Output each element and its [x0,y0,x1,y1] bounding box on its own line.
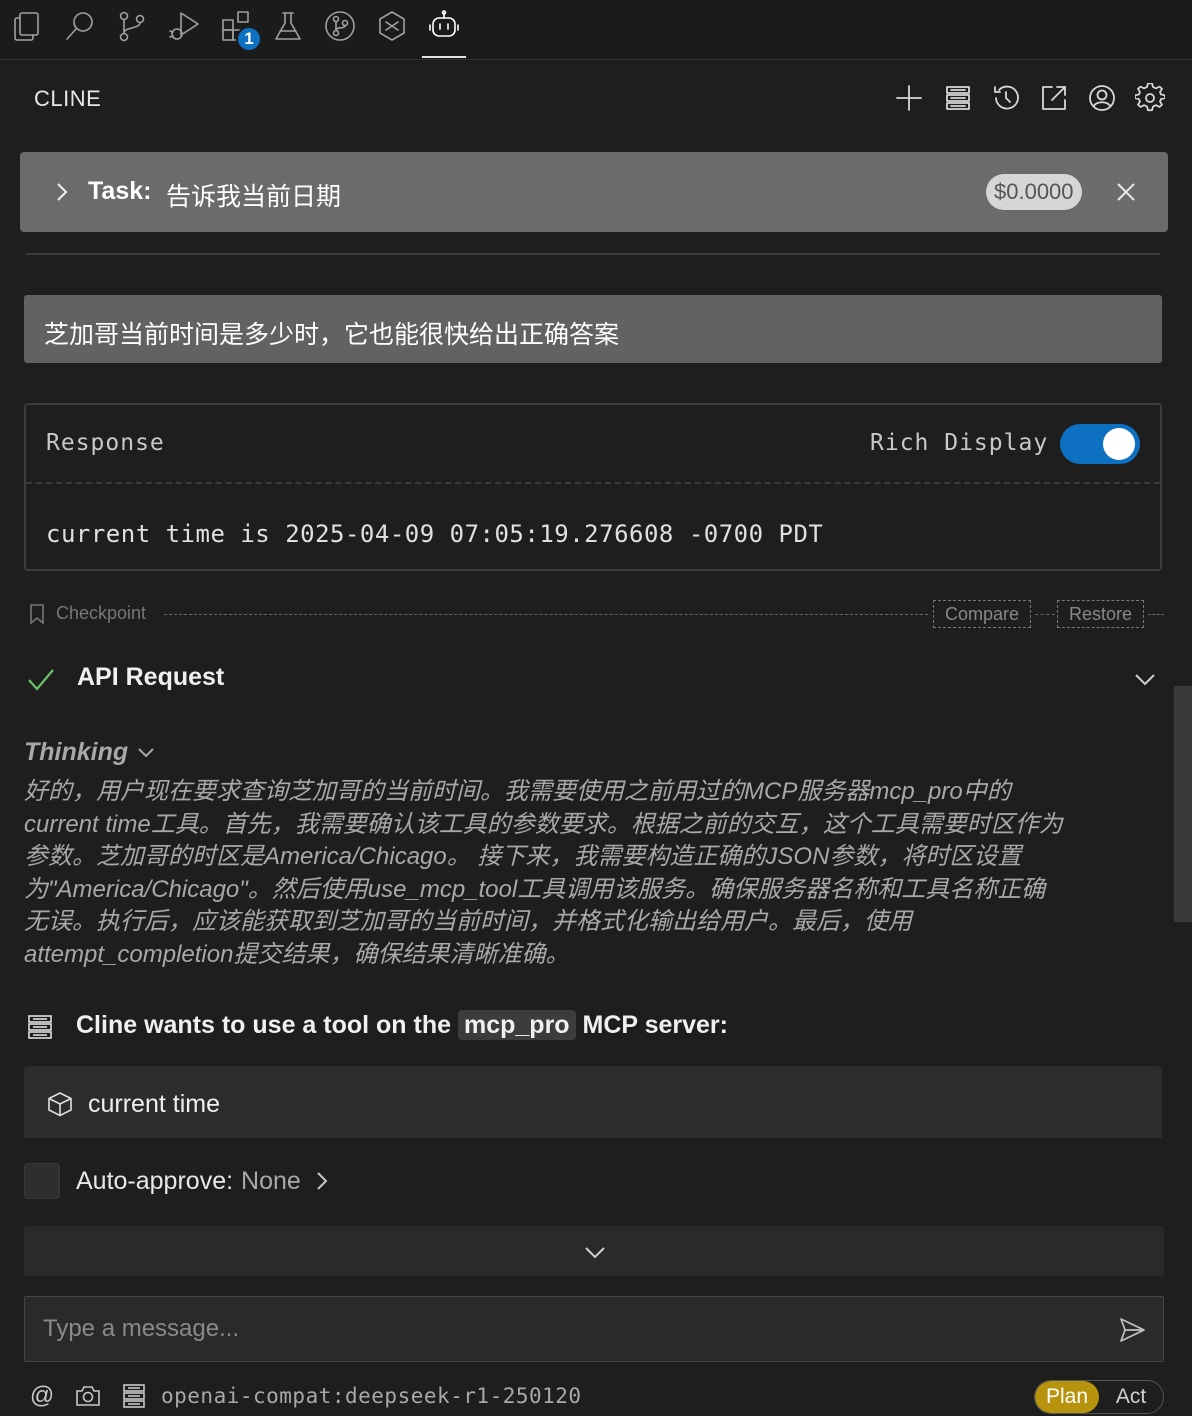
task-text: 告诉我当前日期 [166,183,342,211]
chevron-right-icon[interactable] [50,178,74,206]
act-mode-button[interactable]: Act [1099,1381,1163,1413]
response-label: Response [46,430,165,456]
api-request-label: API Request [77,663,225,691]
cube-icon [46,1090,74,1118]
expand-button[interactable] [24,1226,1164,1276]
checkpoint-dash [164,614,928,615]
tool-name: current time [88,1090,220,1118]
active-tab-indicator [422,56,466,58]
cline-robot-icon[interactable] [424,6,464,46]
response-box: Response Rich Display current time is 20… [24,403,1162,571]
auto-approve-row[interactable]: Auto-approve: None [24,1162,333,1200]
camera-icon[interactable] [74,1382,102,1410]
rich-display-toggle[interactable] [1060,424,1140,464]
chevron-down-icon [134,740,158,764]
git-graph-icon[interactable] [320,6,360,46]
tool-box: current time [24,1066,1162,1138]
restore-button[interactable]: Restore [1057,600,1144,628]
auto-approve-checkbox[interactable] [24,1163,60,1199]
message-input-container [24,1296,1164,1362]
bookmark-icon [26,602,48,626]
compare-button[interactable]: Compare [933,600,1031,628]
thinking-content: 好的，用户现在要求查询芝加哥的当前时间。我需要使用之前用过的MCP服务器mcp_… [24,776,1166,971]
mention-button[interactable]: @ [28,1382,56,1410]
settings-button[interactable] [1132,80,1168,116]
thinking-line: current time工具。首先，我需要确认该工具的参数要求。根据之前的交互，… [24,810,1063,838]
check-icon [26,664,56,694]
history-button[interactable] [988,80,1024,116]
panel-header: CLINE [0,62,1192,134]
files-icon[interactable] [8,6,48,46]
user-message-text: 芝加哥当前时间是多少时，它也能很快给出正确答案 [44,321,620,349]
chevron-down-icon [585,1247,605,1259]
thinking-toggle[interactable]: Thinking [24,735,158,769]
thinking-line: attempt_completion提交结果，确保结果清晰准确。 [24,940,570,968]
checkpoint-label: Checkpoint [56,603,147,623]
chevron-down-icon[interactable] [1132,666,1158,692]
chevron-right-icon [311,1168,333,1194]
user-message: 芝加哥当前时间是多少时，它也能很快给出正确答案 [24,295,1162,363]
server-icon [26,1013,54,1041]
mcp-servers-button[interactable] [940,80,976,116]
task-divider [26,253,1160,255]
plan-mode-button[interactable]: Plan [1035,1381,1099,1413]
source-control-icon[interactable] [112,6,152,46]
tool-use-suffix: MCP server: [582,1011,728,1039]
panel-title: CLINE [34,86,102,111]
activity-bar: 1 [0,0,1192,60]
footer-bar: @ openai-compat:deepseek-r1-250120 Plan … [0,1378,1192,1416]
run-debug-icon[interactable] [164,6,204,46]
mode-toggle: Plan Act [1034,1380,1164,1414]
testing-icon[interactable] [268,6,308,46]
checkpoint-dash [1148,614,1164,615]
tool-use-text: Cline wants to use a tool on the mcp_pro… [76,1010,728,1040]
close-icon[interactable] [1112,178,1140,206]
checkpoint-dash [1035,614,1055,615]
thinking-line: 无误。执行后，应该能获取到芝加哥的当前时间，并格式化输出给用户。最后，使用 [24,908,912,935]
server-icon[interactable] [120,1382,148,1410]
response-text: current time is 2025-04-09 07:05:19.2766… [46,520,824,548]
model-selector[interactable]: openai-compat:deepseek-r1-250120 [161,1384,582,1408]
search-icon[interactable] [60,6,100,46]
open-in-editor-button[interactable] [1036,80,1072,116]
task-cost-badge: $0.0000 [986,174,1082,210]
tool-server-name: mcp_pro [457,1010,576,1040]
toggle-knob [1103,428,1135,460]
scrollbar-thumb[interactable] [1174,686,1192,922]
extensions-badge: 1 [236,26,262,52]
thinking-line: 好的，用户现在要求查询芝加哥的当前时间。我需要使用之前用过的MCP服务器mcp_… [24,778,1011,805]
auto-approve-label: Auto-approve: [76,1166,234,1195]
thinking-label: Thinking [24,737,129,766]
send-icon[interactable] [1117,1315,1147,1345]
rich-display-label: Rich Display [870,430,1049,456]
task-header[interactable]: Task: 告诉我当前日期 $0.0000 [20,152,1168,232]
task-label: Task: [88,177,152,205]
tool-use-row: Cline wants to use a tool on the mcp_pro… [24,1008,1164,1048]
thinking-line: 参数。芝加哥的时区是America/Chicago。 接下来，我需要构造正确的J… [24,843,1022,870]
tool-use-prefix: Cline wants to use a tool on the [76,1011,452,1039]
checkpoint-row: Checkpoint Compare Restore [24,600,1164,628]
account-button[interactable] [1084,80,1120,116]
thinking-line: 为"America/Chicago"。然后使用use_mcp_tool工具调用该… [24,875,1046,903]
ai-extension-icon[interactable] [372,6,412,46]
response-divider [26,482,1160,484]
new-task-button[interactable] [891,80,927,116]
message-input[interactable] [25,1297,1105,1361]
api-request-row[interactable]: API Request [24,660,1164,700]
auto-approve-value: None [241,1166,301,1195]
